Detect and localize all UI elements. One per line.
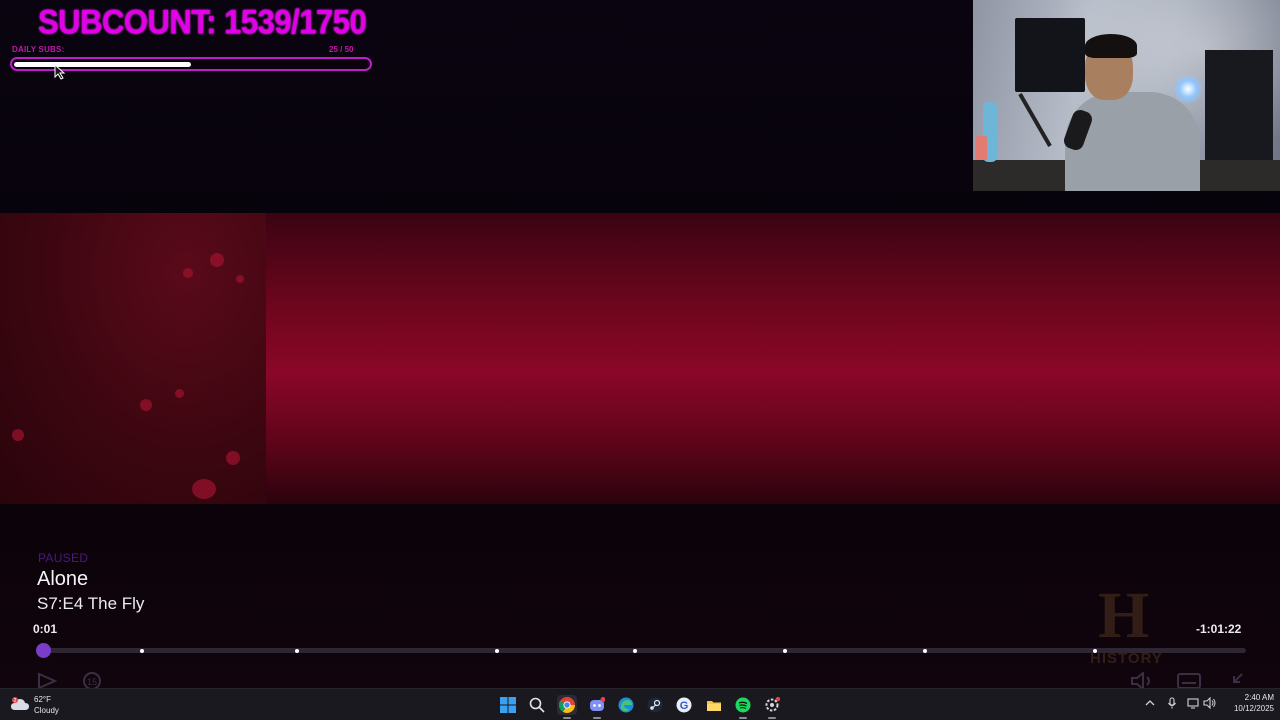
chevron-up-icon <box>1145 700 1155 706</box>
discord-icon <box>590 697 605 711</box>
daily-subs-label: DAILY SUBS: <box>12 45 65 54</box>
daily-subs-count: 25 / 50 <box>329 45 354 54</box>
taskbar-clock[interactable]: 2:40 AM 10/12/2025 <box>1218 692 1274 714</box>
svg-text:15: 15 <box>87 677 97 687</box>
chapter-marker <box>633 649 637 653</box>
time-remaining: -1:01:22 <box>1196 622 1242 636</box>
video-frame[interactable] <box>0 213 1280 504</box>
weather-condition: Cloudy <box>34 706 59 715</box>
svg-text:G: G <box>680 700 689 712</box>
chapter-marker <box>140 649 144 653</box>
tray-overflow-button[interactable] <box>1144 697 1156 712</box>
chapter-marker <box>495 649 499 653</box>
weather-temp: 62°F <box>34 695 51 704</box>
taskbar-discord[interactable] <box>587 695 607 715</box>
video-left-panel <box>0 213 266 504</box>
clock-time: 2:40 AM <box>1244 693 1274 702</box>
tray-volume[interactable] <box>1203 696 1217 712</box>
chapter-marker <box>923 649 927 653</box>
svg-text:2: 2 <box>14 698 17 704</box>
folder-icon <box>707 701 721 711</box>
playback-status: PAUSED <box>38 551 89 565</box>
speaker-icon <box>1203 696 1216 710</box>
spotify-icon <box>735 697 751 713</box>
tray-microphone[interactable] <box>1166 697 1178 712</box>
search-button[interactable] <box>527 695 547 715</box>
network-logo: H HISTORY <box>1090 579 1163 667</box>
mouse-cursor-icon <box>54 64 66 80</box>
progress-scrubber[interactable] <box>36 643 1246 658</box>
webcam-feed <box>973 0 1280 191</box>
taskbar: 2 62°F Cloudy G 2:40 AM 10/12/2025 <box>0 688 1280 720</box>
taskbar-spotify[interactable] <box>733 695 753 715</box>
edge-icon <box>618 697 634 713</box>
show-title: Alone <box>37 568 89 590</box>
taskbar-settings-app[interactable] <box>762 695 782 715</box>
steam-icon <box>647 697 663 713</box>
g-app-icon: G <box>676 697 692 713</box>
search-icon <box>529 697 545 713</box>
chapter-marker <box>295 649 299 653</box>
stream-screen: SUBCOUNT: 1539/1750 DAILY SUBS: 25 / 50 <box>0 0 1280 720</box>
taskbar-file-explorer[interactable] <box>704 695 724 715</box>
taskbar-steam[interactable] <box>645 695 665 715</box>
clock-date: 10/12/2025 <box>1233 704 1274 713</box>
microphone-icon <box>1168 697 1176 709</box>
chapter-marker <box>1093 649 1097 653</box>
discord-active-indicator <box>593 717 601 719</box>
start-button[interactable] <box>498 695 518 715</box>
taskbar-chrome[interactable] <box>557 695 577 715</box>
cloud-icon: 2 <box>11 697 29 710</box>
streamer-body <box>1065 92 1200 191</box>
taskbar-edge[interactable] <box>616 695 636 715</box>
chapter-marker <box>783 649 787 653</box>
windows-icon <box>500 697 516 713</box>
network-icon <box>1187 698 1199 709</box>
taskbar-app-g[interactable]: G <box>674 695 694 715</box>
subcount-label: SUBCOUNT: 1539/1750 <box>38 2 367 42</box>
webcam-monitor <box>1015 18 1085 92</box>
chrome-active-indicator <box>563 717 571 719</box>
chrome-icon <box>559 697 575 713</box>
daily-subs-progress-fill <box>14 62 191 67</box>
scrub-handle[interactable] <box>36 643 51 658</box>
settings-active-indicator <box>768 717 776 719</box>
episode-title: S7:E4 The Fly <box>37 594 145 613</box>
time-current: 0:01 <box>33 622 58 636</box>
spotify-active-indicator <box>739 717 747 719</box>
tray-network[interactable] <box>1187 697 1199 712</box>
gear-icon <box>765 697 780 712</box>
